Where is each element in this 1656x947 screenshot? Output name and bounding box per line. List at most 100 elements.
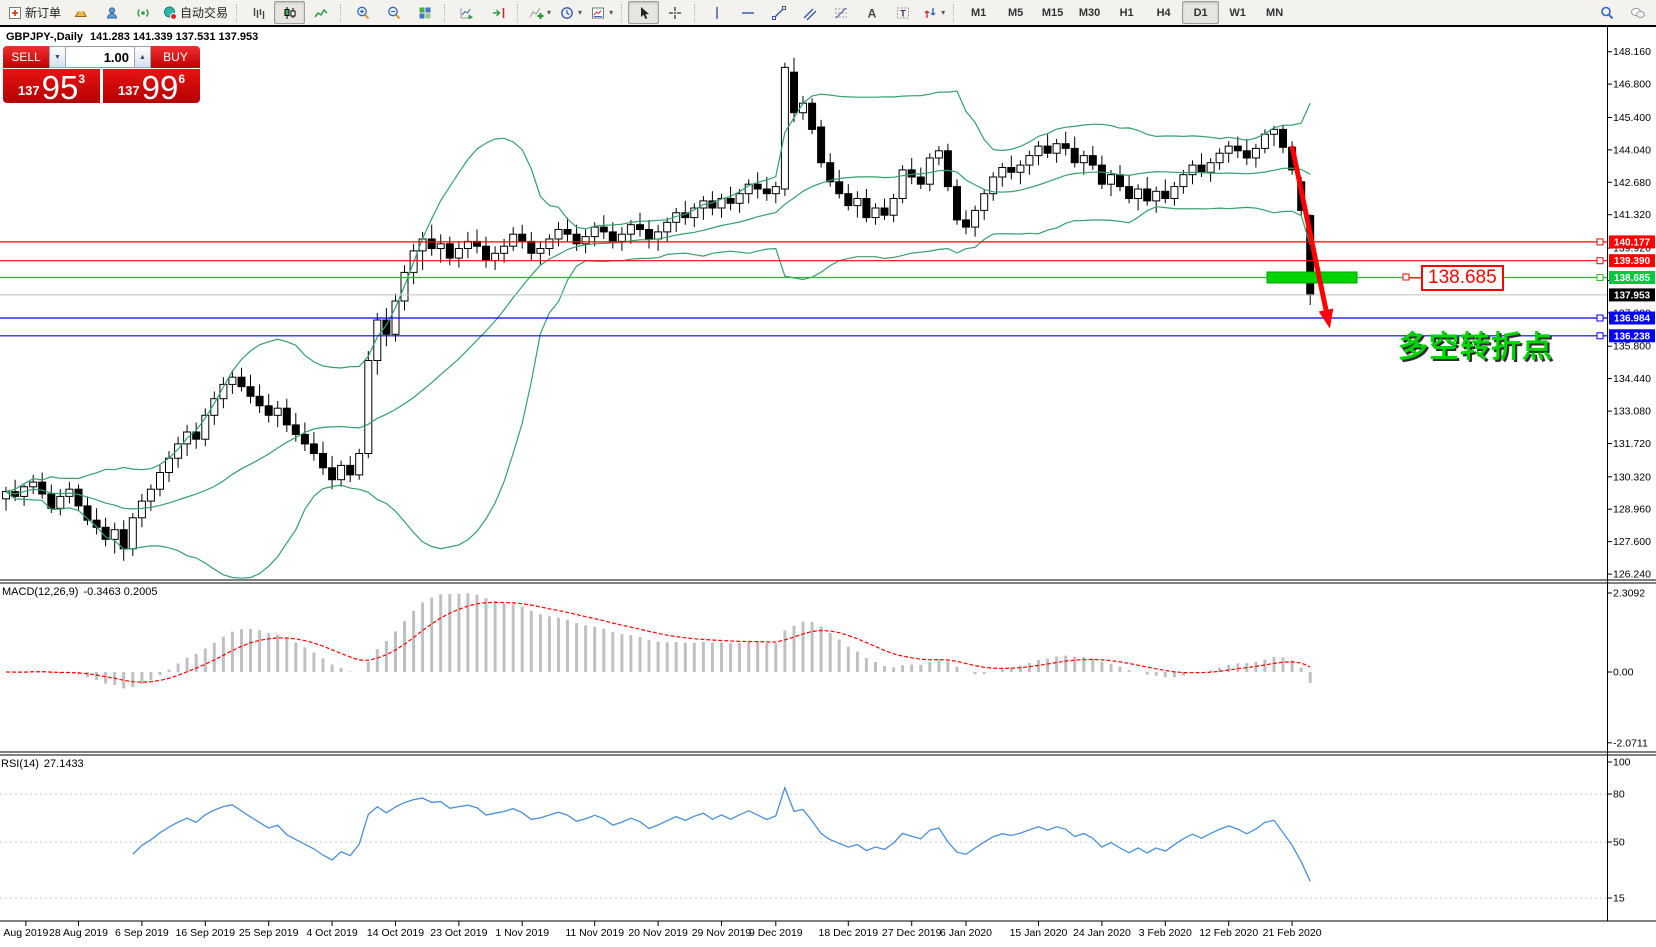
- svg-text:1 Nov 2019: 1 Nov 2019: [495, 927, 549, 939]
- horizontal-line-button[interactable]: [732, 1, 763, 24]
- chart-candles-button[interactable]: [274, 1, 305, 24]
- tf-mn-button[interactable]: MN: [1256, 1, 1293, 24]
- templates-button[interactable]: ▾: [586, 1, 617, 24]
- svg-text:136.984: 136.984: [1614, 314, 1651, 325]
- periods-button[interactable]: ▾: [555, 1, 586, 24]
- tf-w1-button[interactable]: W1: [1219, 1, 1256, 24]
- trend-arrow[interactable]: [1292, 146, 1333, 329]
- svg-text:3 Feb 2020: 3 Feb 2020: [1139, 927, 1192, 939]
- tf-m1-button-label: M1: [971, 7, 986, 19]
- sell-price-point: 3: [78, 72, 85, 86]
- chevron-down-icon: ▾: [609, 8, 613, 17]
- new-order-button[interactable]: 新订单: [3, 1, 65, 24]
- svg-text:9 Dec 2019: 9 Dec 2019: [749, 927, 803, 939]
- bars-icon: [251, 5, 267, 21]
- chart-shift-button[interactable]: [482, 1, 513, 24]
- arrow-label-button[interactable]: A: [856, 1, 887, 24]
- tf-h4-button[interactable]: H4: [1145, 1, 1182, 24]
- svg-text:28 Aug 2019: 28 Aug 2019: [49, 927, 108, 939]
- svg-text:A: A: [867, 6, 876, 20]
- horizontal-line-objects[interactable]: [0, 239, 1607, 339]
- volume-input[interactable]: [66, 46, 134, 68]
- svg-text:29 Nov 2019: 29 Nov 2019: [692, 927, 752, 939]
- trendline-button[interactable]: [763, 1, 794, 24]
- toolbar-separator: [621, 4, 624, 22]
- toolbar-separator: [236, 4, 239, 22]
- macd-indicator-label: MACD(12,26,9) -0.3463 0.2005: [2, 586, 162, 598]
- chart-bars-button[interactable]: [243, 1, 274, 24]
- zoom-out-button[interactable]: [378, 1, 409, 24]
- new-order-button-label: 新订单: [25, 4, 61, 21]
- sell-price-button[interactable]: 137 95 3: [3, 69, 100, 103]
- svg-text:135.800: 135.800: [1613, 341, 1651, 353]
- chart-canvas[interactable]: 148.160146.800145.400144.040142.680141.3…: [0, 26, 1656, 947]
- zoom-in-button[interactable]: [347, 1, 378, 24]
- candles-icon: [282, 5, 298, 21]
- svg-text:127.600: 127.600: [1613, 536, 1651, 548]
- channel-button[interactable]: [794, 1, 825, 24]
- support-zone-bar[interactable]: [1267, 272, 1357, 283]
- tf-m1-button[interactable]: M1: [960, 1, 997, 24]
- bollinger-bands: [6, 91, 1310, 578]
- macd-histogram: [6, 593, 1310, 688]
- toolbar-separator: [694, 4, 697, 22]
- tile-windows-button[interactable]: [409, 1, 440, 24]
- tf-h1-button[interactable]: H1: [1108, 1, 1145, 24]
- tf-m15-button[interactable]: M15: [1034, 1, 1071, 24]
- search-button[interactable]: [1591, 1, 1622, 24]
- volume-increase-button[interactable]: ▲: [134, 46, 151, 68]
- crosshair-button[interactable]: [659, 1, 690, 24]
- fibo-icon: [833, 5, 849, 21]
- gold-chart-button[interactable]: [65, 1, 96, 24]
- signals-button[interactable]: [127, 1, 158, 24]
- chat-button[interactable]: [1622, 1, 1653, 24]
- profiles-button[interactable]: [96, 1, 127, 24]
- svg-text:148.160: 148.160: [1613, 46, 1651, 58]
- indicators-button[interactable]: ▾: [524, 1, 555, 24]
- symbol-period-label: GBPJPY-,Daily: [6, 31, 83, 43]
- volume-decrease-button[interactable]: ▼: [49, 46, 66, 68]
- chart-line-button[interactable]: [305, 1, 336, 24]
- price-level-tag[interactable]: 138.685: [1421, 265, 1504, 291]
- text-label-button[interactable]: T: [887, 1, 918, 24]
- autotrading-button[interactable]: 自动交易: [158, 1, 232, 24]
- tf-d1-button[interactable]: D1: [1182, 1, 1219, 24]
- macd-values: -0.3463 0.2005: [83, 586, 157, 598]
- price-axis[interactable]: 148.160146.800145.400144.040142.680141.3…: [1607, 26, 1651, 921]
- rsi-line: [133, 788, 1310, 882]
- buy-price-button[interactable]: 137 99 6: [103, 69, 200, 103]
- vertical-line-button[interactable]: [701, 1, 732, 24]
- buy-price-point: 6: [178, 72, 185, 86]
- sell-button[interactable]: SELL: [3, 46, 49, 68]
- one-click-trading-panel: SELL ▼ ▲ BUY 137 95 3 137 99 6: [3, 46, 200, 103]
- toolbar-separator: [444, 4, 447, 22]
- svg-text:137.953: 137.953: [1614, 290, 1651, 301]
- buy-button[interactable]: BUY: [151, 46, 200, 68]
- macd-name: MACD(12,26,9): [2, 586, 78, 598]
- pane-separators[interactable]: [0, 27, 1656, 922]
- ohlc-values: 141.283 141.339 137.531 137.953: [90, 31, 258, 43]
- chart-title: GBPJPY-,Daily 141.283 141.339 137.531 137…: [6, 31, 265, 43]
- svg-text:4 Oct 2019: 4 Oct 2019: [306, 927, 358, 939]
- svg-text:25 Sep 2019: 25 Sep 2019: [239, 927, 299, 939]
- rsi-indicator-label: RSI(14)27.1433: [1, 758, 89, 770]
- cursor-button[interactable]: [628, 1, 659, 24]
- atool-icon: A: [864, 5, 880, 21]
- clock-icon: [559, 5, 575, 21]
- auto-scroll-button[interactable]: [451, 1, 482, 24]
- date-axis[interactable]: Aug 201928 Aug 20196 Sep 201916 Sep 2019…: [3, 921, 1321, 939]
- fibonacci-button[interactable]: [825, 1, 856, 24]
- tf-h1-button-label: H1: [1120, 7, 1134, 19]
- sell-price-big-figure: 137: [18, 83, 40, 98]
- chartshift-icon: [490, 5, 506, 21]
- shapes-button[interactable]: ▾: [918, 1, 949, 24]
- pivot-annotation-text[interactable]: 多空转折点: [1398, 322, 1553, 366]
- chevron-down-icon: ▾: [941, 8, 945, 17]
- svg-text:131.720: 131.720: [1613, 438, 1651, 450]
- svg-text:130.320: 130.320: [1613, 471, 1651, 483]
- tiles-icon: [417, 5, 433, 21]
- tf-m30-button[interactable]: M30: [1071, 1, 1108, 24]
- tf-m5-button[interactable]: M5: [997, 1, 1034, 24]
- svg-text:145.400: 145.400: [1613, 112, 1651, 124]
- toolbar-separator: [340, 4, 343, 22]
